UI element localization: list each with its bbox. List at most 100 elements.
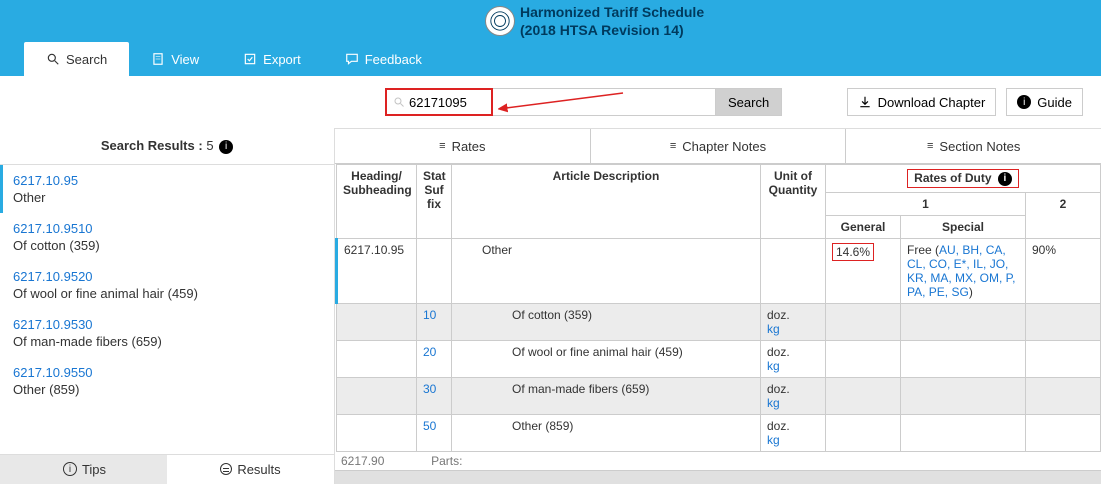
table-row[interactable]: 20 Of wool or fine animal hair (459) doz…: [337, 340, 1101, 377]
search-box: [385, 88, 493, 116]
data-area[interactable]: Heading/ Subheading Stat Suf fix Article…: [335, 164, 1101, 470]
subtab-chapter-label: Chapter Notes: [682, 139, 766, 154]
download-chapter-label: Download Chapter: [878, 95, 986, 110]
search-input[interactable]: [409, 95, 485, 110]
tab-search[interactable]: Search: [24, 42, 129, 76]
list-icon: [220, 463, 232, 475]
result-item[interactable]: 6217.10.9510 Of cotton (359): [0, 213, 334, 261]
cell-suffix: 10: [417, 303, 452, 340]
tab-feedback-label: Feedback: [365, 52, 422, 67]
info-icon: i: [63, 462, 77, 476]
table-row[interactable]: 10 Of cotton (359) doz.kg: [337, 303, 1101, 340]
detail-subtabs: ≡ Rates ≡ Chapter Notes ≡ Section Notes: [335, 128, 1101, 164]
detail-panel: ≡ Rates ≡ Chapter Notes ≡ Section Notes …: [335, 128, 1101, 484]
search-extend[interactable]: [493, 88, 715, 116]
menu-icon: ≡: [670, 141, 676, 152]
result-item[interactable]: 6217.10.9530 Of man-made fibers (659): [0, 309, 334, 357]
search-button[interactable]: Search: [715, 88, 782, 116]
th-suffix: Stat Suf fix: [417, 165, 452, 239]
cell-desc: Other: [452, 238, 761, 303]
cell-suffix: [417, 238, 452, 303]
result-code: 6217.10.9550: [13, 365, 324, 380]
header-titles: Harmonized Tariff Schedule (2018 HTSA Re…: [520, 3, 704, 39]
toolbar-row: Search Download Chapter i Guide: [0, 76, 1101, 128]
tab-view[interactable]: View: [129, 42, 221, 76]
th-general: General: [826, 215, 901, 238]
cell-unit: doz.kg: [761, 414, 826, 451]
info-icon[interactable]: i: [219, 140, 233, 154]
result-desc: Other (859): [13, 382, 324, 397]
horizontal-scrollbar[interactable]: [335, 470, 1101, 484]
cell-desc: Of cotton (359): [452, 303, 761, 340]
result-code: 6217.10.95: [13, 173, 324, 188]
result-item[interactable]: 6217.10.95 Other: [0, 165, 334, 213]
download-icon: [858, 95, 872, 109]
main-tabbar: Search View Export Feedback: [0, 42, 1101, 76]
table-row[interactable]: 6217.10.95 Other 14.6% Free (AU, BH, CA,…: [337, 238, 1101, 303]
download-chapter-button[interactable]: Download Chapter: [847, 88, 997, 116]
cell-special: Free (AU, BH, CA, CL, CO, E*, IL, JO, KR…: [901, 238, 1026, 303]
subtab-section-notes[interactable]: ≡ Section Notes: [845, 129, 1101, 163]
guide-button[interactable]: i Guide: [1006, 88, 1083, 116]
results-panel: Search Results : 5 i 6217.10.95 Other 62…: [0, 128, 335, 484]
cell-desc: Other (859): [452, 414, 761, 451]
result-desc: Of man-made fibers (659): [13, 334, 324, 349]
th-rates-of-duty: Rates of Duty i: [826, 165, 1101, 193]
results-count: 5: [206, 138, 213, 153]
th-one: 1: [826, 192, 1026, 215]
search-wrap: Search: [385, 88, 782, 116]
app-title: Harmonized Tariff Schedule: [520, 3, 704, 21]
search-icon: [393, 96, 405, 108]
rates-table: Heading/ Subheading Stat Suf fix Article…: [335, 164, 1101, 452]
table-row[interactable]: 30 Of man-made fibers (659) doz.kg: [337, 377, 1101, 414]
guide-label: Guide: [1037, 95, 1072, 110]
header-bar: Harmonized Tariff Schedule (2018 HTSA Re…: [0, 0, 1101, 42]
tab-export-label: Export: [263, 52, 301, 67]
results-header-prefix: Search Results :: [101, 138, 207, 153]
feedback-icon: [345, 52, 359, 66]
info-icon[interactable]: i: [998, 172, 1012, 186]
cell-unit: doz.kg: [761, 377, 826, 414]
menu-icon: ≡: [439, 141, 445, 152]
cell-desc: Of man-made fibers (659): [452, 377, 761, 414]
cell-unit: [761, 238, 826, 303]
tab-tips[interactable]: i Tips: [0, 455, 167, 484]
subtab-rates-label: Rates: [452, 139, 486, 154]
tab-results-label: Results: [237, 462, 280, 477]
cell-col2: 90%: [1026, 238, 1101, 303]
cell-unit: doz.kg: [761, 303, 826, 340]
tab-feedback[interactable]: Feedback: [323, 42, 444, 76]
cell-suffix: 50: [417, 414, 452, 451]
subtab-chapter-notes[interactable]: ≡ Chapter Notes: [590, 129, 846, 163]
th-heading: Heading/ Subheading: [337, 165, 417, 239]
menu-icon: ≡: [927, 141, 933, 152]
subtab-section-label: Section Notes: [939, 139, 1020, 154]
cell-suffix: 30: [417, 377, 452, 414]
tab-view-label: View: [171, 52, 199, 67]
subtab-rates[interactable]: ≡ Rates: [335, 129, 590, 163]
result-desc: Other: [13, 190, 324, 205]
th-special: Special: [901, 215, 1026, 238]
tab-export[interactable]: Export: [221, 42, 323, 76]
th-two: 2: [1026, 192, 1101, 238]
th-unit: Unit of Quantity: [761, 165, 826, 239]
content-row: Search Results : 5 i 6217.10.95 Other 62…: [0, 128, 1101, 484]
tab-search-label: Search: [66, 52, 107, 67]
result-item[interactable]: 6217.10.9550 Other (859): [0, 357, 334, 405]
info-icon: i: [1017, 95, 1031, 109]
result-item[interactable]: 6217.10.9520 Of wool or fine animal hair…: [0, 261, 334, 309]
cell-desc: Of wool or fine animal hair (459): [452, 340, 761, 377]
result-code: 6217.10.9510: [13, 221, 324, 236]
cell-code: 6217.10.95: [337, 238, 417, 303]
th-article: Article Description: [452, 165, 761, 239]
result-desc: Of cotton (359): [13, 238, 324, 253]
search-icon: [46, 52, 60, 66]
tab-results[interactable]: Results: [167, 455, 334, 484]
result-desc: Of wool or fine animal hair (459): [13, 286, 324, 301]
agency-seal-icon: [485, 6, 515, 36]
results-header: Search Results : 5 i: [0, 128, 334, 164]
next-row-peek: 6217.90 Parts:: [335, 452, 1101, 470]
table-row[interactable]: 50 Other (859) doz.kg: [337, 414, 1101, 451]
bottom-tabs: i Tips Results: [0, 454, 334, 484]
tab-tips-label: Tips: [82, 462, 106, 477]
